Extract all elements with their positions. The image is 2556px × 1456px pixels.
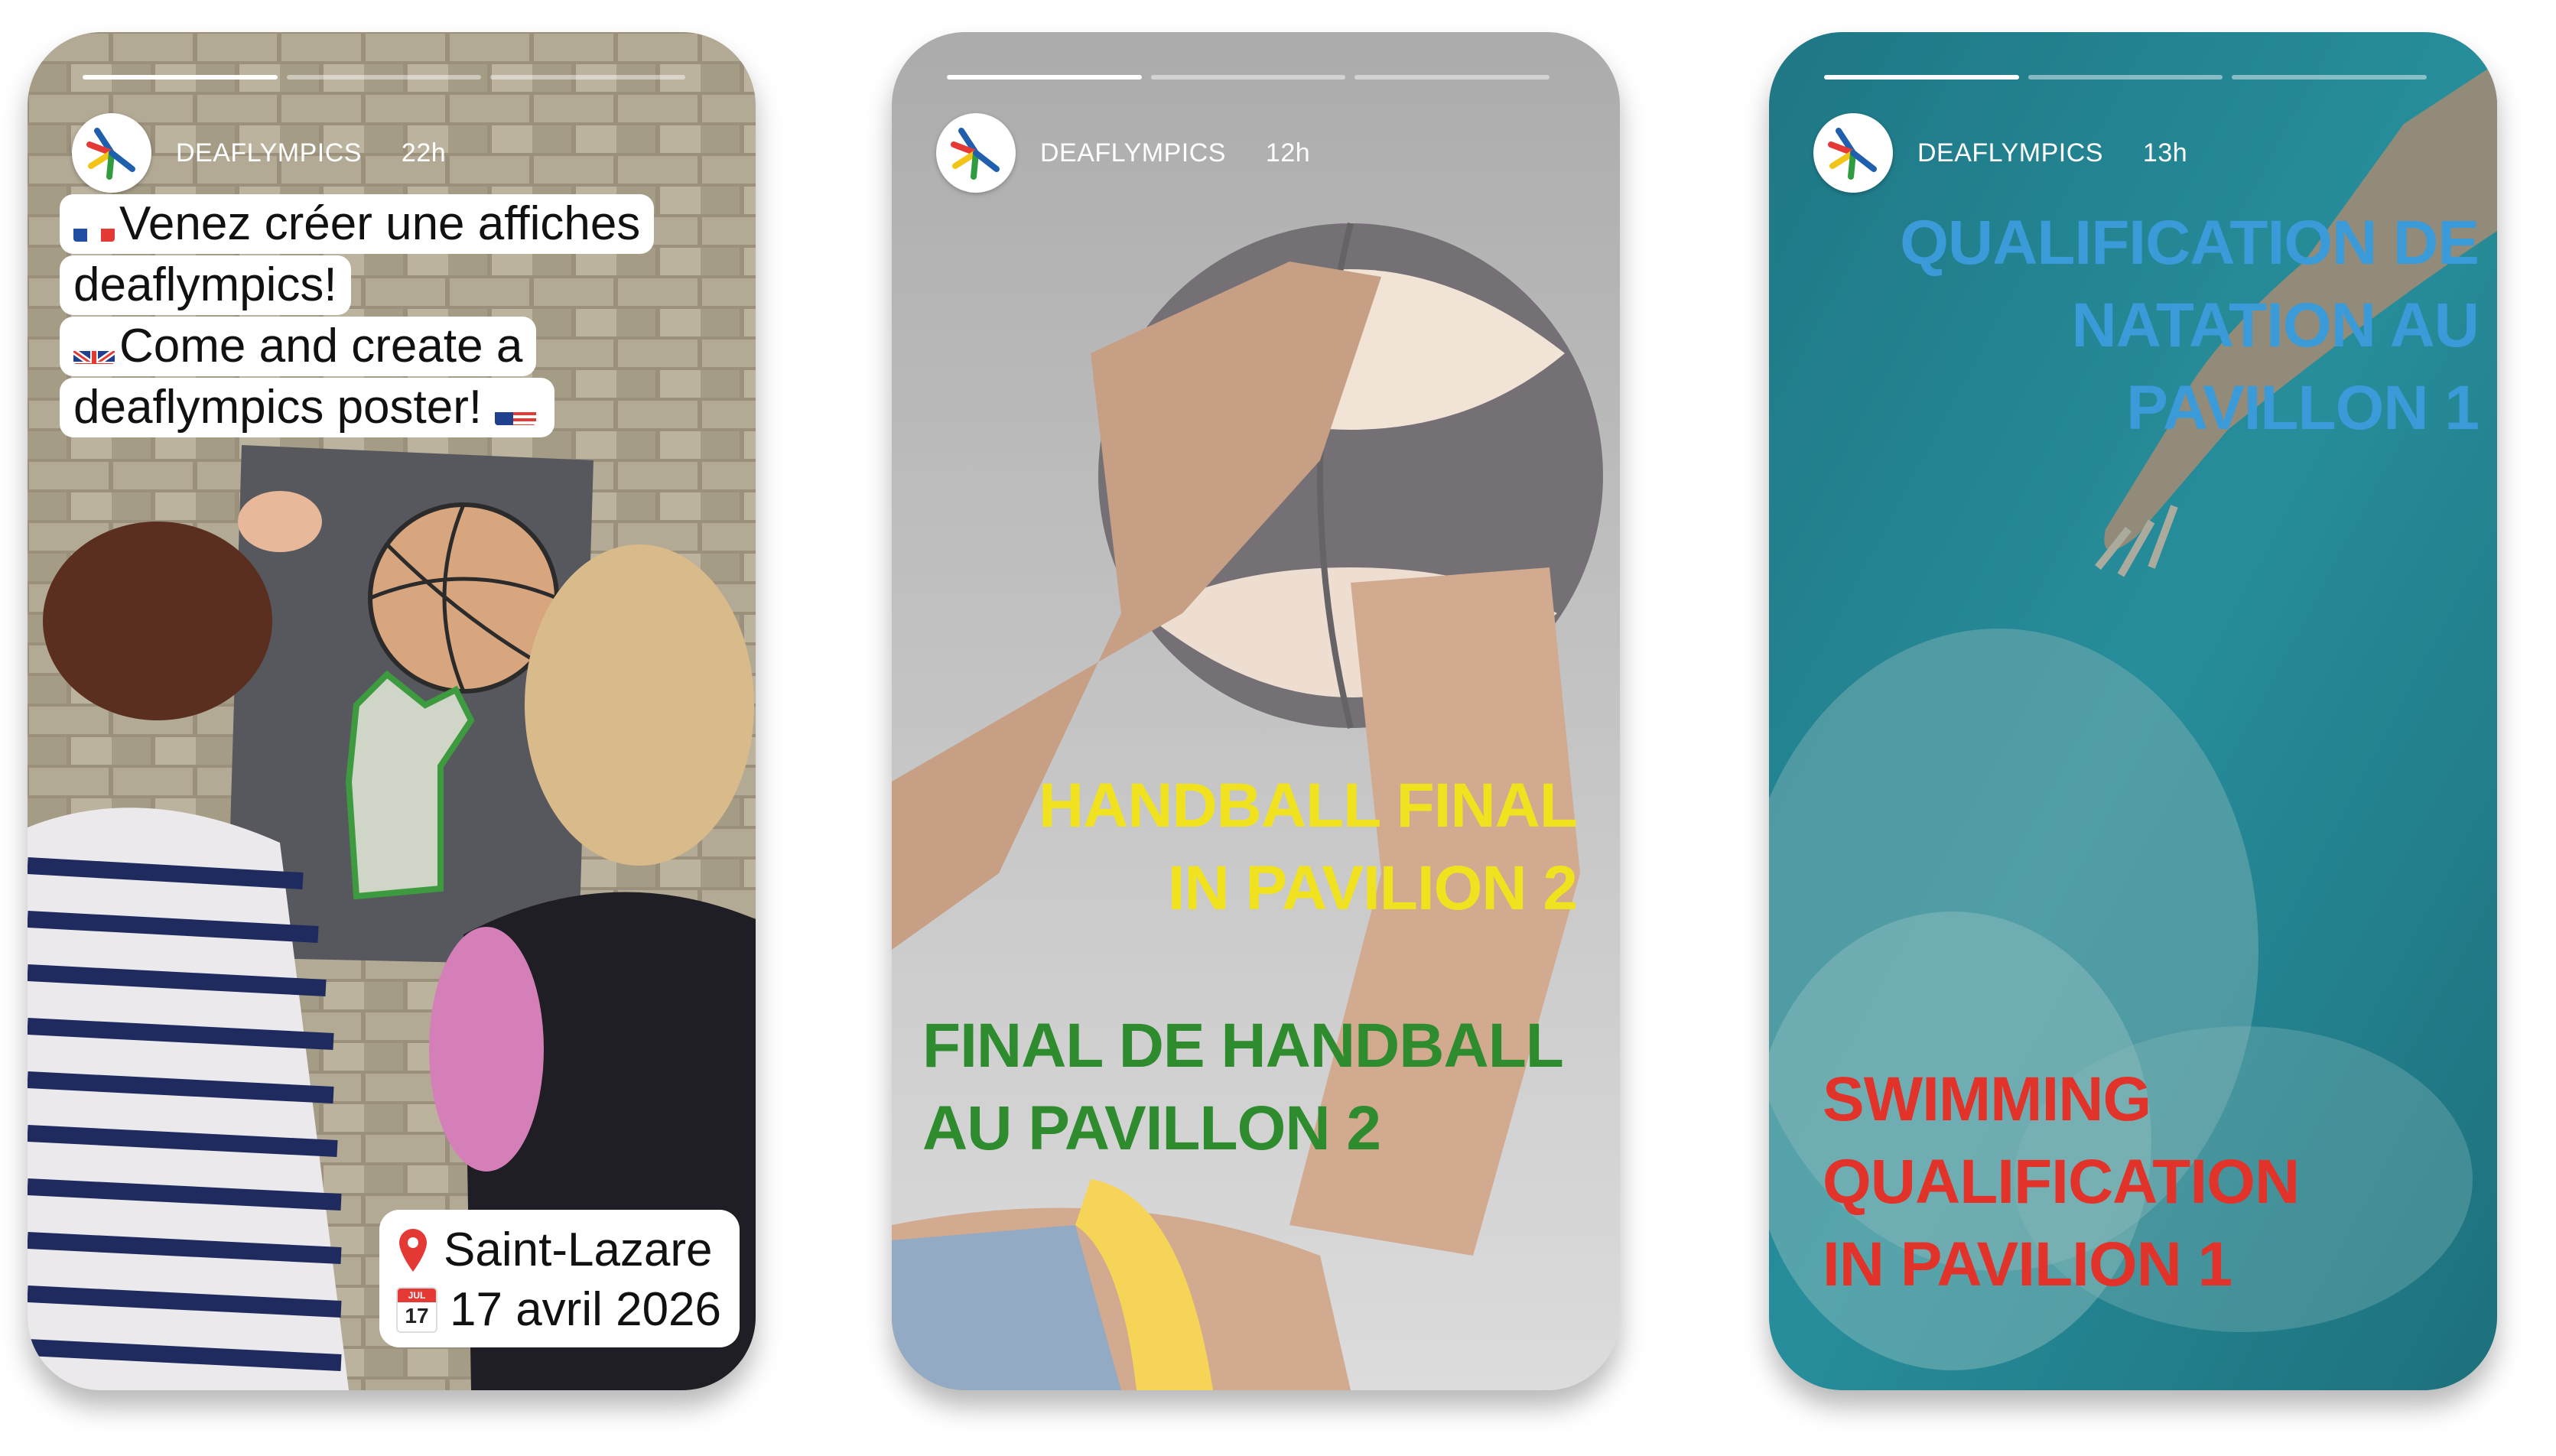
progress-segment xyxy=(1150,75,1346,80)
account-name[interactable]: DEAFLYMPICS xyxy=(1040,138,1226,168)
progress-segment xyxy=(2232,75,2428,80)
account-name[interactable]: DEAFLYMPICS xyxy=(1917,138,2103,168)
caption-block: Venez créer une affiches deaflympics! Co… xyxy=(60,194,687,439)
caption-line: Come and create a xyxy=(60,317,537,376)
story-progress-bar xyxy=(947,75,1550,80)
caption-line: deaflympics poster! xyxy=(60,378,555,437)
pin-icon xyxy=(399,1229,427,1272)
post-time: 13h xyxy=(2142,138,2188,167)
progress-segment xyxy=(1354,75,1550,80)
progress-segment xyxy=(83,75,278,80)
flag-uk-icon xyxy=(73,335,115,364)
progress-segment xyxy=(1824,75,2019,80)
caption-line: Venez créer une affiches xyxy=(60,194,655,254)
post-time: 22h xyxy=(401,138,447,167)
location-date-sticker[interactable]: Saint-Lazare JUL 17 17 avril 2026 xyxy=(379,1210,740,1347)
story-card-poster[interactable]: DEAFLYMPICS 22h Venez créer une affiches… xyxy=(28,32,756,1390)
date-label: 17 avril 2026 xyxy=(450,1283,722,1336)
calendar-icon: JUL 17 xyxy=(396,1287,437,1333)
location-label: Saint-Lazare xyxy=(444,1224,713,1276)
deaflympics-logo-icon[interactable] xyxy=(72,113,151,193)
story-header: DEAFLYMPICS 13h xyxy=(1813,112,2187,194)
headline-english: SWIMMING QUALIFICATION IN PAVILION 1 xyxy=(1823,1064,2300,1299)
headline-french: QUALIFICATION DE NATATION AU PAVILLON 1 xyxy=(1900,208,2480,443)
flag-us-icon xyxy=(495,396,537,425)
deaflympics-logo-icon[interactable] xyxy=(936,113,1016,193)
progress-segment xyxy=(947,75,1142,80)
headline-french: FINAL DE HANDBALL AU PAVILLON 2 xyxy=(922,1011,1564,1163)
story-header: DEAFLYMPICS 22h xyxy=(72,112,446,194)
story-header: DEAFLYMPICS 12h xyxy=(936,112,1310,194)
post-time: 12h xyxy=(1265,138,1311,167)
story-card-swimming[interactable]: DEAFLYMPICS 13h QUALIFICATION DE NATATIO… xyxy=(1769,32,2497,1390)
progress-segment xyxy=(286,75,482,80)
deaflympics-logo-icon[interactable] xyxy=(1813,113,1893,193)
flag-fr-icon xyxy=(73,213,115,242)
headline-english: HANDBALL FINAL IN PAVILION 2 xyxy=(1038,771,1578,923)
story-photo-handball xyxy=(892,32,1620,1390)
story-progress-bar xyxy=(83,75,686,80)
caption-line: deaflympics! xyxy=(60,255,351,315)
account-name[interactable]: DEAFLYMPICS xyxy=(176,138,362,168)
story-card-handball[interactable]: DEAFLYMPICS 12h HANDBALL FINAL IN PAVILI… xyxy=(892,32,1620,1390)
progress-segment xyxy=(2028,75,2223,80)
story-progress-bar xyxy=(1824,75,2428,80)
progress-segment xyxy=(490,75,686,80)
